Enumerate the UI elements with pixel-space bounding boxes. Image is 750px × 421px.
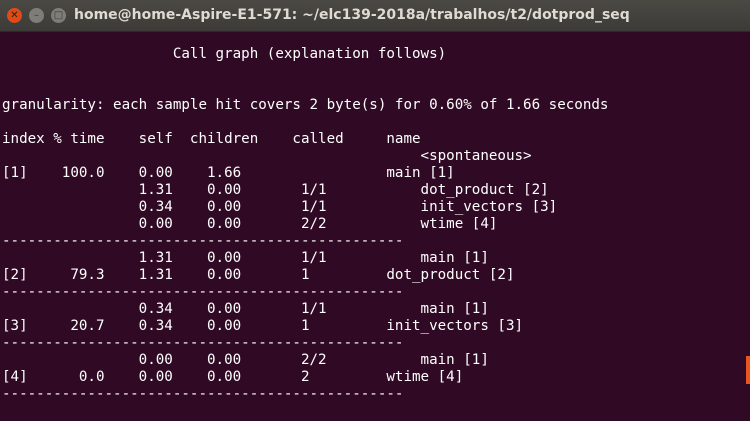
minimize-window-button[interactable]: – xyxy=(29,8,44,23)
maximize-icon: □ xyxy=(53,9,64,21)
terminal-line: ----------------------------------------… xyxy=(2,284,404,300)
scrollbar-indicator[interactable] xyxy=(746,356,750,384)
terminal-line: [3] 20.7 0.34 0.00 1 init_vectors [3] xyxy=(2,318,524,334)
terminal-line: ----------------------------------------… xyxy=(2,386,404,402)
terminal-area[interactable]: Call graph (explanation follows) granula… xyxy=(0,32,750,421)
maximize-window-button[interactable]: □ xyxy=(51,8,66,23)
terminal-line: 0.34 0.00 1/1 init_vectors [3] xyxy=(2,199,558,215)
close-icon: ✕ xyxy=(10,9,19,21)
terminal-line: 0.00 0.00 2/2 wtime [4] xyxy=(2,216,498,232)
terminal-line: [4] 0.0 0.00 0.00 2 wtime [4] xyxy=(2,369,464,385)
terminal-line: [2] 79.3 1.31 0.00 1 dot_product [2] xyxy=(2,267,515,283)
window-titlebar[interactable]: ✕ – □ home@home-Aspire-E1-571: ~/elc139-… xyxy=(0,0,750,32)
terminal-line: granularity: each sample hit covers 2 by… xyxy=(2,97,609,113)
minimize-icon: – xyxy=(34,9,39,21)
terminal-line: 1.31 0.00 1/1 dot_product [2] xyxy=(2,182,549,198)
window-title: home@home-Aspire-E1-571: ~/elc139-2018a/… xyxy=(74,7,630,23)
close-window-button[interactable]: ✕ xyxy=(7,8,22,23)
terminal-line: 0.34 0.00 1/1 main [1] xyxy=(2,301,489,317)
terminal-line: Call graph (explanation follows) xyxy=(2,46,447,62)
terminal-line: ----------------------------------------… xyxy=(2,233,404,249)
terminal-line: <spontaneous> xyxy=(2,148,532,164)
terminal-line: 1.31 0.00 1/1 main [1] xyxy=(2,250,489,266)
terminal-line: index % time self children called name xyxy=(2,131,421,147)
terminal-line: [1] 100.0 0.00 1.66 main [1] xyxy=(2,165,455,181)
terminal-line: 0.00 0.00 2/2 main [1] xyxy=(2,352,489,368)
terminal-line: ----------------------------------------… xyxy=(2,335,404,351)
